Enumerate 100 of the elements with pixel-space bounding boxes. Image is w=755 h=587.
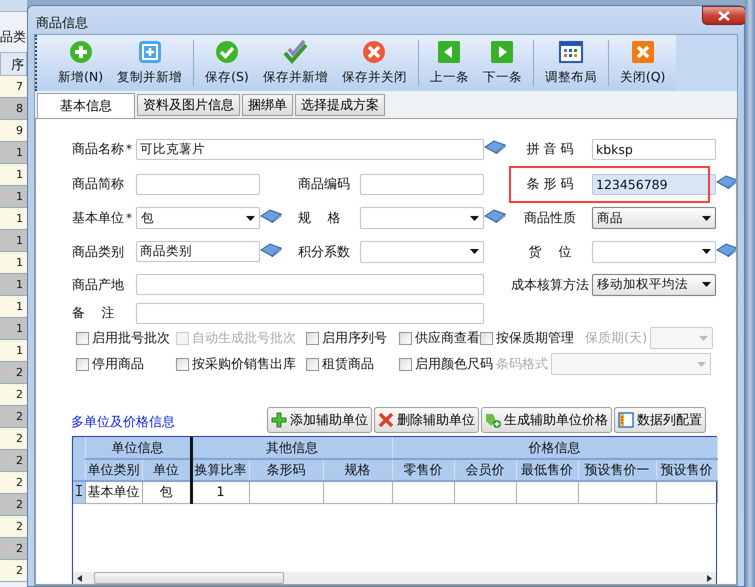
scroll-left-icon[interactable] xyxy=(77,574,82,582)
text-cursor-icon xyxy=(76,484,82,496)
row-number: 1 xyxy=(0,230,27,252)
row-number: 2 xyxy=(0,450,27,472)
table-cell[interactable]: 包 xyxy=(142,481,191,503)
checkbox[interactable]: 启用批号批次 xyxy=(76,329,176,347)
toolbar-button[interactable]: 新增(N) xyxy=(51,40,110,86)
checkbox[interactable]: 启用序列号 xyxy=(306,329,399,347)
checkbox[interactable]: 启用颜色尺码 xyxy=(399,355,496,373)
column-header[interactable]: 会员价 xyxy=(454,459,516,481)
book-icon[interactable] xyxy=(260,209,282,223)
row-number: 2 xyxy=(0,384,27,406)
toolbar-button[interactable]: 上一条 xyxy=(422,40,476,86)
cross-circle-icon xyxy=(362,40,386,64)
table-cell[interactable] xyxy=(578,481,656,503)
dropdown-field[interactable]: 商品 xyxy=(592,207,716,229)
grid-button[interactable]: 删除辅助单位 xyxy=(374,407,479,433)
row-number: 1 xyxy=(0,142,27,164)
book-icon[interactable] xyxy=(716,242,736,256)
text-field[interactable] xyxy=(136,174,260,194)
book-icon[interactable] xyxy=(484,140,506,154)
close-button[interactable] xyxy=(702,6,746,25)
toolbar-button[interactable]: 关闭(Q) xyxy=(612,40,672,86)
toolbar-button[interactable]: 下一条 xyxy=(476,40,529,86)
dropdown-arrow-icon xyxy=(697,362,706,366)
text-field[interactable]: 商品类别 xyxy=(136,241,260,262)
column-header[interactable]: 预设售价一 xyxy=(578,459,656,481)
book-icon[interactable] xyxy=(484,209,506,223)
field-label: 基本单位 xyxy=(72,210,124,227)
grid-layout-icon xyxy=(558,40,583,64)
required-mark: * xyxy=(126,142,132,156)
column-header[interactable]: 换算比率 xyxy=(191,459,249,481)
table-cell[interactable] xyxy=(249,481,323,503)
toolbar-button[interactable]: 调整布局 xyxy=(538,40,604,86)
tab[interactable]: 资料及图片信息 xyxy=(137,94,240,116)
column-header: 序 xyxy=(0,52,27,76)
text-field[interactable]: 123456789 xyxy=(592,174,716,194)
grid-button[interactable]: 生成辅助单位价格 xyxy=(481,407,612,433)
table-cell[interactable] xyxy=(323,481,392,503)
dropdown-field[interactable] xyxy=(650,327,714,349)
column-header[interactable]: 规格 xyxy=(323,459,392,481)
dropdown-field[interactable] xyxy=(360,240,484,262)
text-field[interactable]: 可比克薯片 xyxy=(136,138,484,160)
field-label: 货 位 xyxy=(528,244,572,260)
field-label: 商品编码 xyxy=(298,176,350,193)
column-header[interactable]: 单位 xyxy=(142,459,191,481)
dropdown-field[interactable]: 移动加权平均法 xyxy=(592,274,716,296)
checkbox[interactable]: 按采购价销售出库 xyxy=(176,355,306,373)
field-label: 积分系数 xyxy=(298,244,350,260)
table-cell[interactable] xyxy=(392,481,454,503)
column-header[interactable]: 预设售价 xyxy=(656,459,718,481)
column-header[interactable]: 单位类别 xyxy=(85,459,142,481)
checkbox[interactable]: 供应商查看 xyxy=(399,329,480,347)
text-field[interactable]: kbksp xyxy=(592,138,716,160)
columns-icon xyxy=(618,412,634,428)
dropdown-field[interactable] xyxy=(592,240,716,262)
grid-button[interactable]: 添加辅助单位 xyxy=(267,407,372,433)
table-cell[interactable] xyxy=(656,481,718,503)
field-label: 条码格式 xyxy=(496,356,548,373)
dropdown-arrow-icon xyxy=(702,249,711,254)
tag-plus-icon xyxy=(485,412,501,428)
tab[interactable]: 捆绑单 xyxy=(242,94,293,116)
table-cell[interactable] xyxy=(454,481,516,503)
dropdown-arrow-icon xyxy=(699,336,708,340)
grid-button[interactable]: 数据列配置 xyxy=(614,407,706,433)
table-cell[interactable]: 基本单位 xyxy=(85,481,142,503)
table-cell[interactable] xyxy=(516,481,578,503)
close-icon xyxy=(718,10,730,20)
plus-icon xyxy=(68,40,93,64)
toolbar-button[interactable]: 复制并新增 xyxy=(110,40,190,86)
dropdown-field[interactable]: 包 xyxy=(136,207,260,229)
checkbox[interactable]: 停用商品 xyxy=(76,355,176,373)
column-header[interactable]: 最低售价 xyxy=(516,459,578,481)
row-number: 1 xyxy=(0,208,27,230)
column-header[interactable]: 条形码 xyxy=(249,459,323,481)
toolbar-button[interactable]: 保存并关闭 xyxy=(334,40,414,86)
section-title: 多单位及价格信息 xyxy=(71,414,175,432)
plus-square-icon xyxy=(138,40,162,64)
scroll-right-icon[interactable] xyxy=(707,574,712,582)
text-field[interactable] xyxy=(136,274,484,295)
text-field[interactable] xyxy=(360,174,484,194)
field-label: 商品产地 xyxy=(72,276,124,294)
checkbox[interactable]: 按保质期管理 xyxy=(480,329,585,347)
table-cell[interactable]: 1 xyxy=(191,481,249,503)
row-number: 8 xyxy=(0,98,27,120)
dropdown-field[interactable] xyxy=(360,207,484,229)
row-number: 2 xyxy=(0,472,27,494)
book-icon[interactable] xyxy=(716,175,736,189)
checkbox[interactable]: 租赁商品 xyxy=(306,355,399,373)
tab[interactable]: 选择提成方案 xyxy=(295,94,385,116)
dropdown-field[interactable] xyxy=(551,353,711,375)
tab[interactable]: 基本信息 xyxy=(37,93,135,118)
text-field[interactable] xyxy=(136,302,484,324)
horizontal-scrollbar[interactable] xyxy=(73,572,716,584)
row-number: 1 xyxy=(0,164,27,186)
toolbar-button[interactable]: 保存(S) xyxy=(198,40,256,86)
field-label: 拼 音 码 xyxy=(526,141,574,158)
book-icon[interactable] xyxy=(260,242,282,256)
column-header[interactable]: 零售价 xyxy=(392,459,454,481)
toolbar-button[interactable]: 保存并新增 xyxy=(256,40,335,86)
